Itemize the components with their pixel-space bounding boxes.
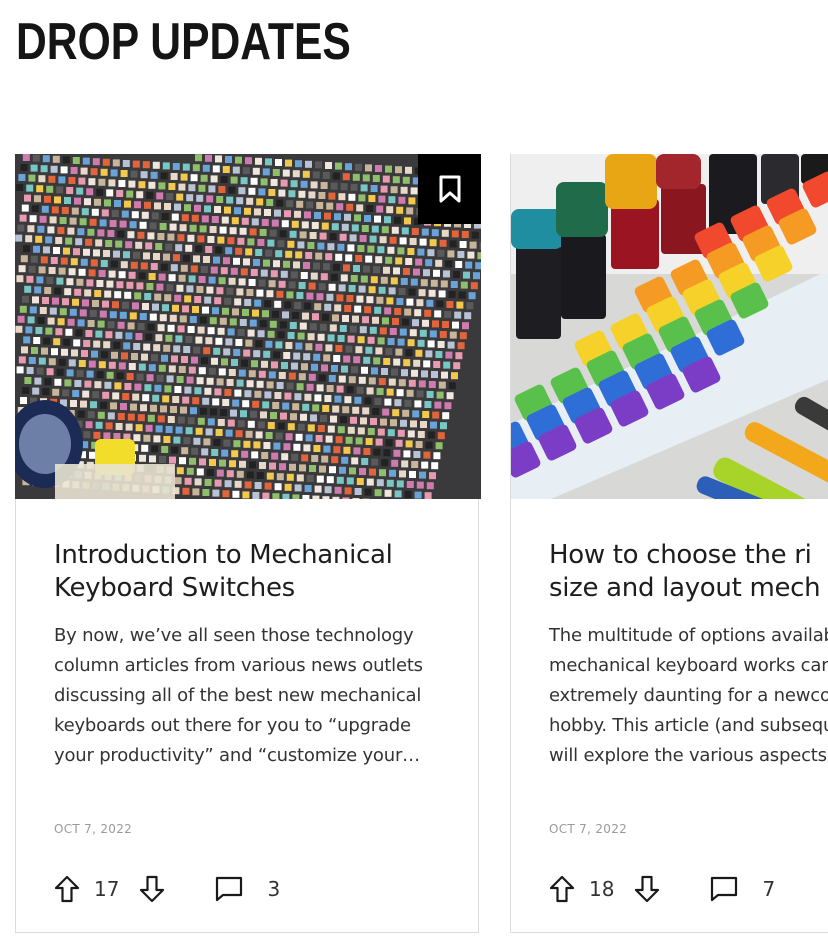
- article-title-line: How to choose the ri: [549, 540, 812, 570]
- excerpt-line: The multitude of options availab: [549, 625, 828, 646]
- article-title[interactable]: How to choose the ri size and layout mec…: [549, 539, 828, 605]
- article-card[interactable]: How to choose the ri size and layout mec…: [510, 154, 828, 933]
- comments-button[interactable]: [215, 876, 243, 902]
- comment-count: 7: [762, 877, 776, 901]
- upvote-count: 17: [94, 877, 120, 901]
- upvote-count: 18: [589, 877, 615, 901]
- bookmark-button[interactable]: [418, 154, 481, 224]
- bookmark-icon: [439, 175, 461, 203]
- upvote-button[interactable]: [549, 875, 575, 903]
- article-actions: 17 3: [54, 872, 280, 906]
- excerpt-line: hobby. This article (and subsequ: [549, 715, 828, 736]
- downvote-button[interactable]: [634, 875, 660, 903]
- article-date: OCT 7, 2022: [54, 822, 133, 836]
- article-excerpt: The multitude of options availab mechani…: [549, 621, 828, 771]
- arrow-down-icon: [140, 875, 165, 903]
- excerpt-line: mechanical keyboard works can: [549, 655, 828, 676]
- article-image-rainbow-keyboard[interactable]: [511, 154, 828, 499]
- article-title[interactable]: Introduction to Mechanical Keyboard Swit…: [54, 539, 440, 605]
- article-date: OCT 7, 2022: [549, 822, 628, 836]
- arrow-down-icon: [635, 875, 660, 903]
- section-title: DROP UPDATES: [16, 13, 351, 71]
- article-actions: 18 7: [549, 872, 775, 906]
- excerpt-line: extremely daunting for a newco: [549, 685, 828, 706]
- keycap-collection-photo: [15, 154, 481, 499]
- article-excerpt: By now, we’ve all seen those technology …: [54, 625, 423, 766]
- comment-count: 3: [267, 877, 281, 901]
- comment-icon: [216, 876, 243, 902]
- card-body: How to choose the ri size and layout mec…: [549, 539, 828, 771]
- card-body: Introduction to Mechanical Keyboard Swit…: [54, 539, 440, 771]
- comments-button[interactable]: [710, 876, 738, 902]
- downvote-button[interactable]: [139, 875, 165, 903]
- arrow-up-icon: [549, 875, 575, 903]
- article-card[interactable]: Introduction to Mechanical Keyboard Swit…: [15, 154, 481, 933]
- comment-icon: [711, 876, 738, 902]
- rainbow-keyboard-photo: [511, 154, 828, 499]
- excerpt-line: will explore the various aspects: [549, 745, 827, 766]
- article-image-keycaps[interactable]: [15, 154, 481, 499]
- arrow-up-icon: [54, 875, 80, 903]
- article-title-line: size and layout mech: [549, 573, 821, 603]
- upvote-button[interactable]: [54, 875, 80, 903]
